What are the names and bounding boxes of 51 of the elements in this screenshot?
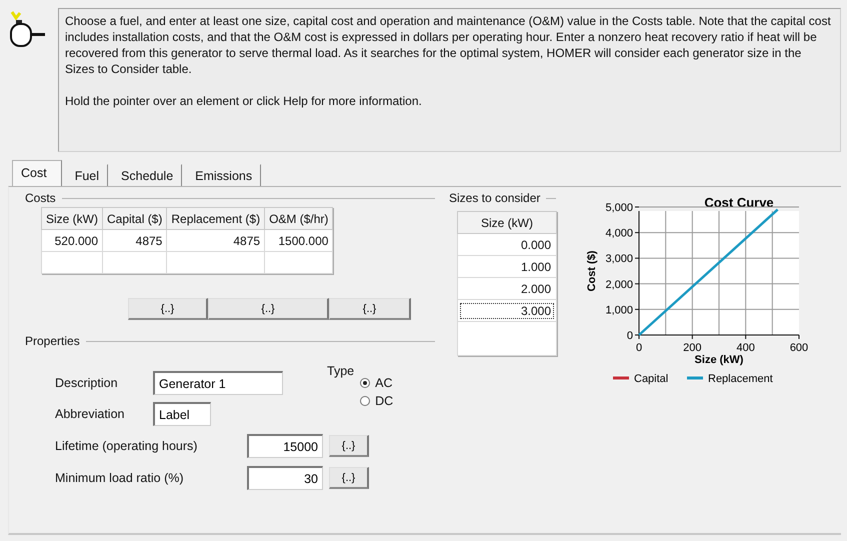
field-label: Minimum load ratio (%) [55, 471, 185, 485]
x-tick-label: 600 [790, 342, 808, 354]
section-title: Sizes to consider [449, 191, 540, 205]
number-field[interactable]: 30 [247, 466, 323, 490]
table-cell[interactable]: 4875 [102, 230, 167, 252]
x-axis-title: Size (kW) [694, 354, 744, 366]
column-header: O&M ($/hr) [264, 208, 333, 230]
generator-plug-icon [8, 10, 48, 50]
radio-button[interactable] [360, 378, 370, 388]
abbreviation-field[interactable]: Label [153, 402, 211, 426]
radio-label: AC [375, 376, 392, 390]
table-cell[interactable]: 1500.000 [264, 230, 333, 252]
tab[interactable]: Cost [12, 160, 62, 186]
sensitivity-button[interactable]: {..} [329, 467, 369, 489]
field-label: Type [327, 364, 354, 378]
sensitivity-button[interactable]: {..} [329, 435, 369, 457]
instructions-text: Choose a fuel, and enter at least one size, capital cost and operation and maintenance (O&M) value in the Costs table. Note that the capital cost includes installation costs, and that the O&M cost is expressed in dollars per operating hour. Enter a nonzero heat recovery ratio if heat will be recovered from this generator to serve thermal load. As it searches for the optimal system, HOMER will consider each generator size in the Sizes to Consider table. [65, 13, 832, 77]
table-cell[interactable]: 520.000 [42, 230, 102, 252]
table-cell[interactable]: 3.000 [460, 302, 554, 318]
field-label: Abbreviation [55, 407, 126, 421]
section-title: Properties [25, 334, 80, 348]
radio-button[interactable] [360, 396, 370, 406]
description-field[interactable]: Generator 1 [153, 371, 283, 395]
table-cell[interactable]: 4875 [166, 230, 265, 252]
y-tick-label: 5,000 [605, 202, 633, 214]
y-tick-label: 0 [626, 330, 633, 342]
legend-swatch [687, 376, 703, 380]
sensitivity-button[interactable]: {..} [128, 298, 208, 320]
x-tick-label: 200 [683, 342, 702, 354]
y-tick-label: 4,000 [605, 228, 633, 240]
column-header: Size (kW) [458, 212, 556, 234]
sensitivity-button[interactable]: {..} [329, 298, 411, 320]
field-label: Description [55, 376, 119, 390]
x-tick-label: 400 [736, 342, 755, 354]
legend-swatch [613, 376, 629, 380]
number-field[interactable]: 15000 [247, 434, 323, 458]
legend-label: Capital [634, 373, 668, 385]
radio-label: DC [375, 394, 394, 408]
field-label: Lifetime (operating hours) [55, 439, 198, 453]
column-header: Size (kW) [42, 208, 102, 230]
x-tick-label: 0 [636, 342, 642, 354]
hint-text: Hold the pointer over an element or click Help for more information. [65, 93, 423, 109]
y-axis-title: Cost ($) [586, 250, 598, 292]
sensitivity-button[interactable]: {..} [208, 298, 329, 320]
column-header: Replacement ($) [166, 208, 265, 230]
y-tick-label: 1,000 [605, 304, 633, 316]
y-tick-label: 3,000 [605, 253, 633, 266]
section-title: Costs [25, 191, 56, 205]
y-tick-label: 2,000 [605, 278, 633, 291]
column-header: Capital ($) [102, 208, 167, 230]
legend-label: Replacement [708, 373, 773, 385]
